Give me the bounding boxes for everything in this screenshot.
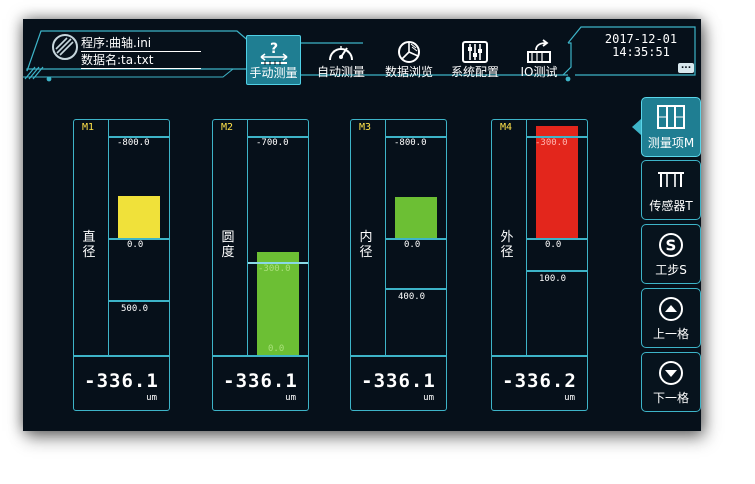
tab-label: 手动测量 — [249, 66, 298, 80]
program-underline — [81, 51, 201, 52]
step-button[interactable]: S 工步S — [641, 224, 701, 284]
data-file-label: 数据名:ta.txt — [81, 53, 154, 67]
hmi-screen: 程序:曲轴.ini 数据名:ta.txt 2017-12-01 14:35:51… — [23, 19, 701, 431]
scale-tick-label: 0.0 — [127, 240, 144, 250]
tab-auto-measure[interactable]: 自动测量 — [311, 35, 371, 83]
panel-separator — [213, 355, 308, 357]
tab-data-browse[interactable]: 数据浏览 — [378, 35, 440, 83]
side-button-label: 工步S — [655, 263, 687, 277]
down-arrow-icon — [659, 361, 683, 385]
measure-panel-m3: M3 内径 -800.0 0.0 400.0 -336.1 um — [350, 119, 447, 411]
scale-tick-label: 0.0 — [404, 240, 421, 250]
measure-item-button[interactable]: 测量项M — [641, 97, 701, 157]
scale-tick-label: 0.0 — [545, 240, 562, 250]
panel-separator — [351, 355, 446, 357]
measure-panel-m4: M4 外径 -300.0 0.0 100.0 -336.2 um — [491, 119, 588, 411]
panel-name-label: 圆度 — [221, 230, 239, 260]
scale-tick — [386, 288, 446, 290]
panel-id-label: M1 — [82, 122, 95, 133]
scale-tick — [109, 300, 169, 302]
step-s-icon: S — [659, 233, 683, 257]
panel-scale: -700.0 -300.0 0.0 — [247, 120, 308, 355]
sensor-button[interactable]: 传感器T — [641, 160, 701, 220]
gauge-icon — [329, 46, 353, 61]
logo-icon — [52, 34, 78, 60]
tab-label: IO测试 — [520, 65, 558, 79]
previous-button[interactable]: 上一格 — [641, 288, 701, 348]
panel-name-text: 直径 — [82, 230, 96, 260]
time-display: 14:35:51 — [612, 45, 670, 59]
panel-name-text: 内径 — [359, 230, 373, 260]
scale-tick-label: 400.0 — [398, 292, 426, 302]
tab-io-test[interactable]: IO测试 — [511, 35, 567, 83]
reading-value: -336.1 — [223, 370, 298, 392]
sensor-icon — [658, 172, 684, 187]
side-button-label: 测量项M — [647, 136, 695, 150]
panel-name-label: 外径 — [500, 230, 518, 260]
data-file-underline — [81, 68, 201, 69]
panel-name-text: 圆度 — [221, 230, 235, 260]
reading-value: -336.1 — [84, 370, 159, 392]
panel-name-label: 直径 — [82, 230, 100, 260]
scale-tick-label: -800.0 — [394, 138, 427, 148]
more-menu-button[interactable]: ... — [678, 62, 694, 73]
scale-tick-label: -300.0 — [258, 264, 291, 274]
io-test-icon — [527, 39, 551, 63]
svg-text:?: ? — [270, 41, 278, 57]
panel-scale: -300.0 0.0 100.0 — [526, 120, 587, 355]
next-button[interactable]: 下一格 — [641, 352, 701, 412]
scale-tick — [527, 270, 587, 272]
manual-measure-icon: ? — [260, 41, 287, 65]
panel-separator — [74, 355, 169, 357]
panel-scale: -800.0 0.0 500.0 — [108, 120, 169, 355]
panel-id-label: M2 — [221, 122, 234, 133]
reading-unit: um — [564, 393, 575, 403]
scale-tick-label: 500.0 — [121, 304, 149, 314]
scale-tick-label: 100.0 — [539, 274, 567, 284]
scale-tick-label: -700.0 — [256, 138, 289, 148]
reading-value: -336.2 — [502, 370, 577, 392]
up-arrow-icon — [659, 297, 683, 321]
measure-panel-m2: M2 圆度 -700.0 -300.0 0.0 -336.1 um — [212, 119, 309, 411]
panel-id-label: M4 — [500, 122, 513, 133]
measure-panel-m1: M1 直径 -800.0 0.0 500.0 -336.1 um — [73, 119, 170, 411]
measurement-bar — [395, 197, 437, 238]
panel-scale: -800.0 0.0 400.0 — [385, 120, 446, 355]
panel-name-text: 外径 — [500, 230, 514, 260]
svg-text:S: S — [666, 237, 677, 255]
panel-separator — [492, 355, 587, 357]
measure-item-icon — [657, 105, 685, 129]
reading-unit: um — [423, 393, 434, 403]
scale-tick-label: -800.0 — [117, 138, 150, 148]
sliders-icon — [462, 41, 488, 63]
scale-tick-label: 0.0 — [268, 344, 285, 354]
side-button-label: 上一格 — [652, 327, 689, 341]
side-button-label: 下一格 — [652, 391, 689, 405]
tab-manual-measure[interactable]: ? 手动测量 — [246, 35, 301, 85]
side-button-label: 传感器T — [649, 199, 693, 213]
reading-value: -336.1 — [361, 370, 436, 392]
measurement-bar — [118, 196, 160, 238]
scale-tick-label: -300.0 — [535, 138, 568, 148]
program-label: 程序:曲轴.ini — [81, 36, 152, 50]
reading-unit: um — [146, 393, 157, 403]
panel-id-label: M3 — [359, 122, 372, 133]
tab-system-config[interactable]: 系统配置 — [444, 35, 506, 83]
pie-chart-icon — [398, 41, 420, 63]
tab-label: 系统配置 — [450, 65, 499, 79]
reading-unit: um — [285, 393, 296, 403]
tab-label: 数据浏览 — [384, 65, 433, 79]
tab-label: 自动测量 — [316, 65, 365, 79]
panel-name-label: 内径 — [359, 230, 377, 260]
